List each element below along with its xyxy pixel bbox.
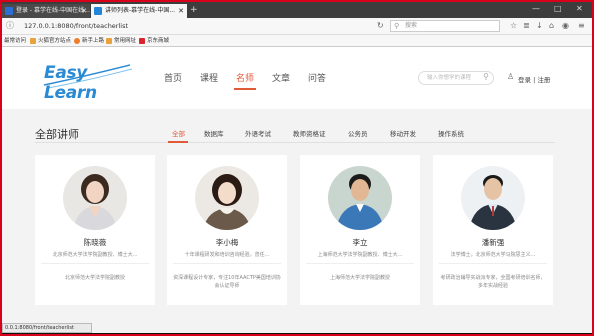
site-search-input[interactable]: 输入你想学的课程 ⚲ <box>418 71 494 85</box>
site-logo[interactable]: Easy Learn <box>42 57 134 103</box>
teacher-school: 上海师范大学法学院副教授 <box>329 275 390 281</box>
filter-mobile-dev[interactable]: 移动开发 <box>390 128 416 138</box>
teacher-card[interactable]: 陈晓薇 北京师范大学法学院副教授、博士大... 北京师范大学法学院副教授 <box>35 155 155 305</box>
logo-text: Easy Learn <box>44 63 97 103</box>
page-content: Easy Learn 首页 课程 名师 文章 问答 输入你想学的课程 ⚲ ♙ 登… <box>2 47 592 325</box>
search-icon: ⚲ <box>394 22 400 30</box>
filter-active-indicator <box>168 141 188 143</box>
tab-title: 讲师列表-慕学在线-中国... <box>105 7 176 14</box>
teacher-school: 资深课程设计专家，专注10年AACTP美国培训协会认证导师 <box>173 275 281 289</box>
bookmark-label: 火狐官方站点 <box>38 38 72 44</box>
avatar <box>328 166 392 230</box>
avatar <box>461 166 525 230</box>
filter-all[interactable]: 全部 <box>172 128 185 138</box>
folder-icon <box>106 38 112 44</box>
bookmark-getting-started[interactable]: 新手上路 <box>74 35 104 47</box>
bookmark-jd[interactable]: 京东商城 <box>139 35 169 47</box>
search-icon[interactable]: ⚲ <box>483 71 489 83</box>
folder-icon <box>30 38 36 44</box>
divider <box>173 263 281 264</box>
filter-foreign-language[interactable]: 外语考试 <box>245 128 271 138</box>
nav-qa[interactable]: 问答 <box>308 71 326 84</box>
url-bar[interactable]: 127.0.0.1:8080/front/teacherlist <box>20 20 375 33</box>
close-tab-icon[interactable]: ✕ <box>81 4 87 18</box>
avatar <box>63 166 127 230</box>
teacher-desc: 法学博士，北京师范大学马院思主义... <box>450 252 536 258</box>
jd-icon <box>139 38 145 44</box>
teacher-card[interactable]: 李小梅 十年课程研发和培训咨询经验，曾任... 资深课程设计专家，专注10年AA… <box>167 155 287 305</box>
maximize-button[interactable]: □ <box>554 3 562 15</box>
teacher-name[interactable]: 潘新强 <box>433 237 553 248</box>
teacher-photo <box>195 166 259 230</box>
nav-home[interactable]: 首页 <box>164 71 182 84</box>
bookmarks-bar: 最常访问 火狐官方站点 新手上路 常用网址 京东商城 <box>2 35 592 47</box>
login-register-link[interactable]: 登录 | 注册 <box>518 74 550 84</box>
tab-favicon-icon <box>5 7 13 15</box>
navigation-bar: ⓘ 127.0.0.1:8080/front/teacherlist ↻ ⚲ 搜… <box>2 18 592 35</box>
bookmark-firefox[interactable]: 火狐官方站点 <box>30 35 71 47</box>
status-bar: 0.0.1:8080/front/teacherlist <box>2 323 92 333</box>
tab-teacher-list[interactable]: 讲师列表-慕学在线-中国... ✕ <box>91 4 187 18</box>
divider <box>306 263 414 264</box>
extension-icon[interactable]: ◉ <box>562 20 569 32</box>
teacher-school: 北京师范大学法学院副教授 <box>64 275 125 281</box>
teacher-photo <box>63 166 127 230</box>
nav-teachers[interactable]: 名师 <box>236 71 254 84</box>
teacher-name[interactable]: 李小梅 <box>167 237 287 248</box>
info-icon[interactable]: ⓘ <box>6 20 14 32</box>
browser-window: 登录 - 慕学在线-中国在线... ✕ 讲师列表-慕学在线-中国... ✕ + … <box>0 0 594 336</box>
divider <box>35 142 555 143</box>
reload-icon[interactable]: ↻ <box>377 20 384 32</box>
avatar <box>195 166 259 230</box>
bookmark-common-sites[interactable]: 常用网址 <box>106 35 136 47</box>
teacher-school: 考研政治辅导实战派专家，全国考研培训名师，多年实战经验 <box>440 275 546 289</box>
bookmark-label: 京东商城 <box>147 38 170 44</box>
close-tab-icon[interactable]: ✕ <box>178 4 184 18</box>
bookmark-star-icon[interactable]: ☆ <box>510 20 517 32</box>
filter-civil-servant[interactable]: 公务员 <box>348 128 368 138</box>
site-search-placeholder: 输入你想学的课程 <box>427 75 472 81</box>
filter-os[interactable]: 操作系统 <box>438 128 464 138</box>
search-placeholder: 搜索 <box>405 22 418 29</box>
nav-courses[interactable]: 课程 <box>200 71 218 84</box>
user-icon: ♙ <box>507 72 515 81</box>
bookmark-label: 新手上路 <box>82 38 105 44</box>
bookmark-label: 常用网址 <box>114 38 137 44</box>
nav-articles[interactable]: 文章 <box>272 71 290 84</box>
divider <box>439 263 547 264</box>
home-icon[interactable]: ⌂ <box>549 20 554 32</box>
teacher-card[interactable]: 潘新强 法学博士，北京师范大学马院思主义... 考研政治辅导实战派专家，全国考研… <box>433 155 553 305</box>
new-tab-button[interactable]: + <box>190 4 198 16</box>
filter-database[interactable]: 数据库 <box>204 128 224 138</box>
download-icon[interactable]: ↓ <box>536 20 543 32</box>
tab-favicon-icon <box>94 7 102 15</box>
minimize-button[interactable]: — <box>532 3 540 15</box>
teacher-desc: 北京师范大学法学院副教授、博士大... <box>52 252 138 258</box>
tab-title: 登录 - 慕学在线-中国在线... <box>16 7 90 14</box>
section-title: 全部讲师 <box>35 128 79 141</box>
divider <box>41 263 149 264</box>
teacher-photo <box>328 166 392 230</box>
bookmark-most-visited[interactable]: 最常访问 <box>4 35 26 47</box>
teacher-card[interactable]: 李立 上海师范大学法学院副教授、博士大... 上海师范大学法学院副教授 <box>300 155 420 305</box>
teacher-name[interactable]: 陈晓薇 <box>35 237 155 248</box>
tab-strip: 登录 - 慕学在线-中国在线... ✕ 讲师列表-慕学在线-中国... ✕ + … <box>2 2 592 18</box>
menu-icon[interactable]: ≡ <box>578 20 585 32</box>
site-header: Easy Learn 首页 课程 名师 文章 问答 输入你想学的课程 ⚲ ♙ 登… <box>2 47 592 109</box>
teacher-photo <box>461 166 525 230</box>
reading-list-icon[interactable]: ≣ <box>523 20 530 32</box>
nav-active-indicator <box>234 88 256 90</box>
teacher-desc: 十年课程研发和培训咨询经验，曾任... <box>184 252 270 258</box>
tab-login[interactable]: 登录 - 慕学在线-中国在线... ✕ <box>2 4 90 18</box>
teacher-name[interactable]: 李立 <box>300 237 420 248</box>
teacher-desc: 上海师范大学法学院副教授、博士大... <box>317 252 403 258</box>
close-window-button[interactable]: ✕ <box>576 3 583 15</box>
firefox-icon <box>74 38 80 44</box>
filter-teacher-cert[interactable]: 教师资格证 <box>293 128 326 138</box>
browser-search-input[interactable]: ⚲ 搜索 <box>390 20 500 32</box>
